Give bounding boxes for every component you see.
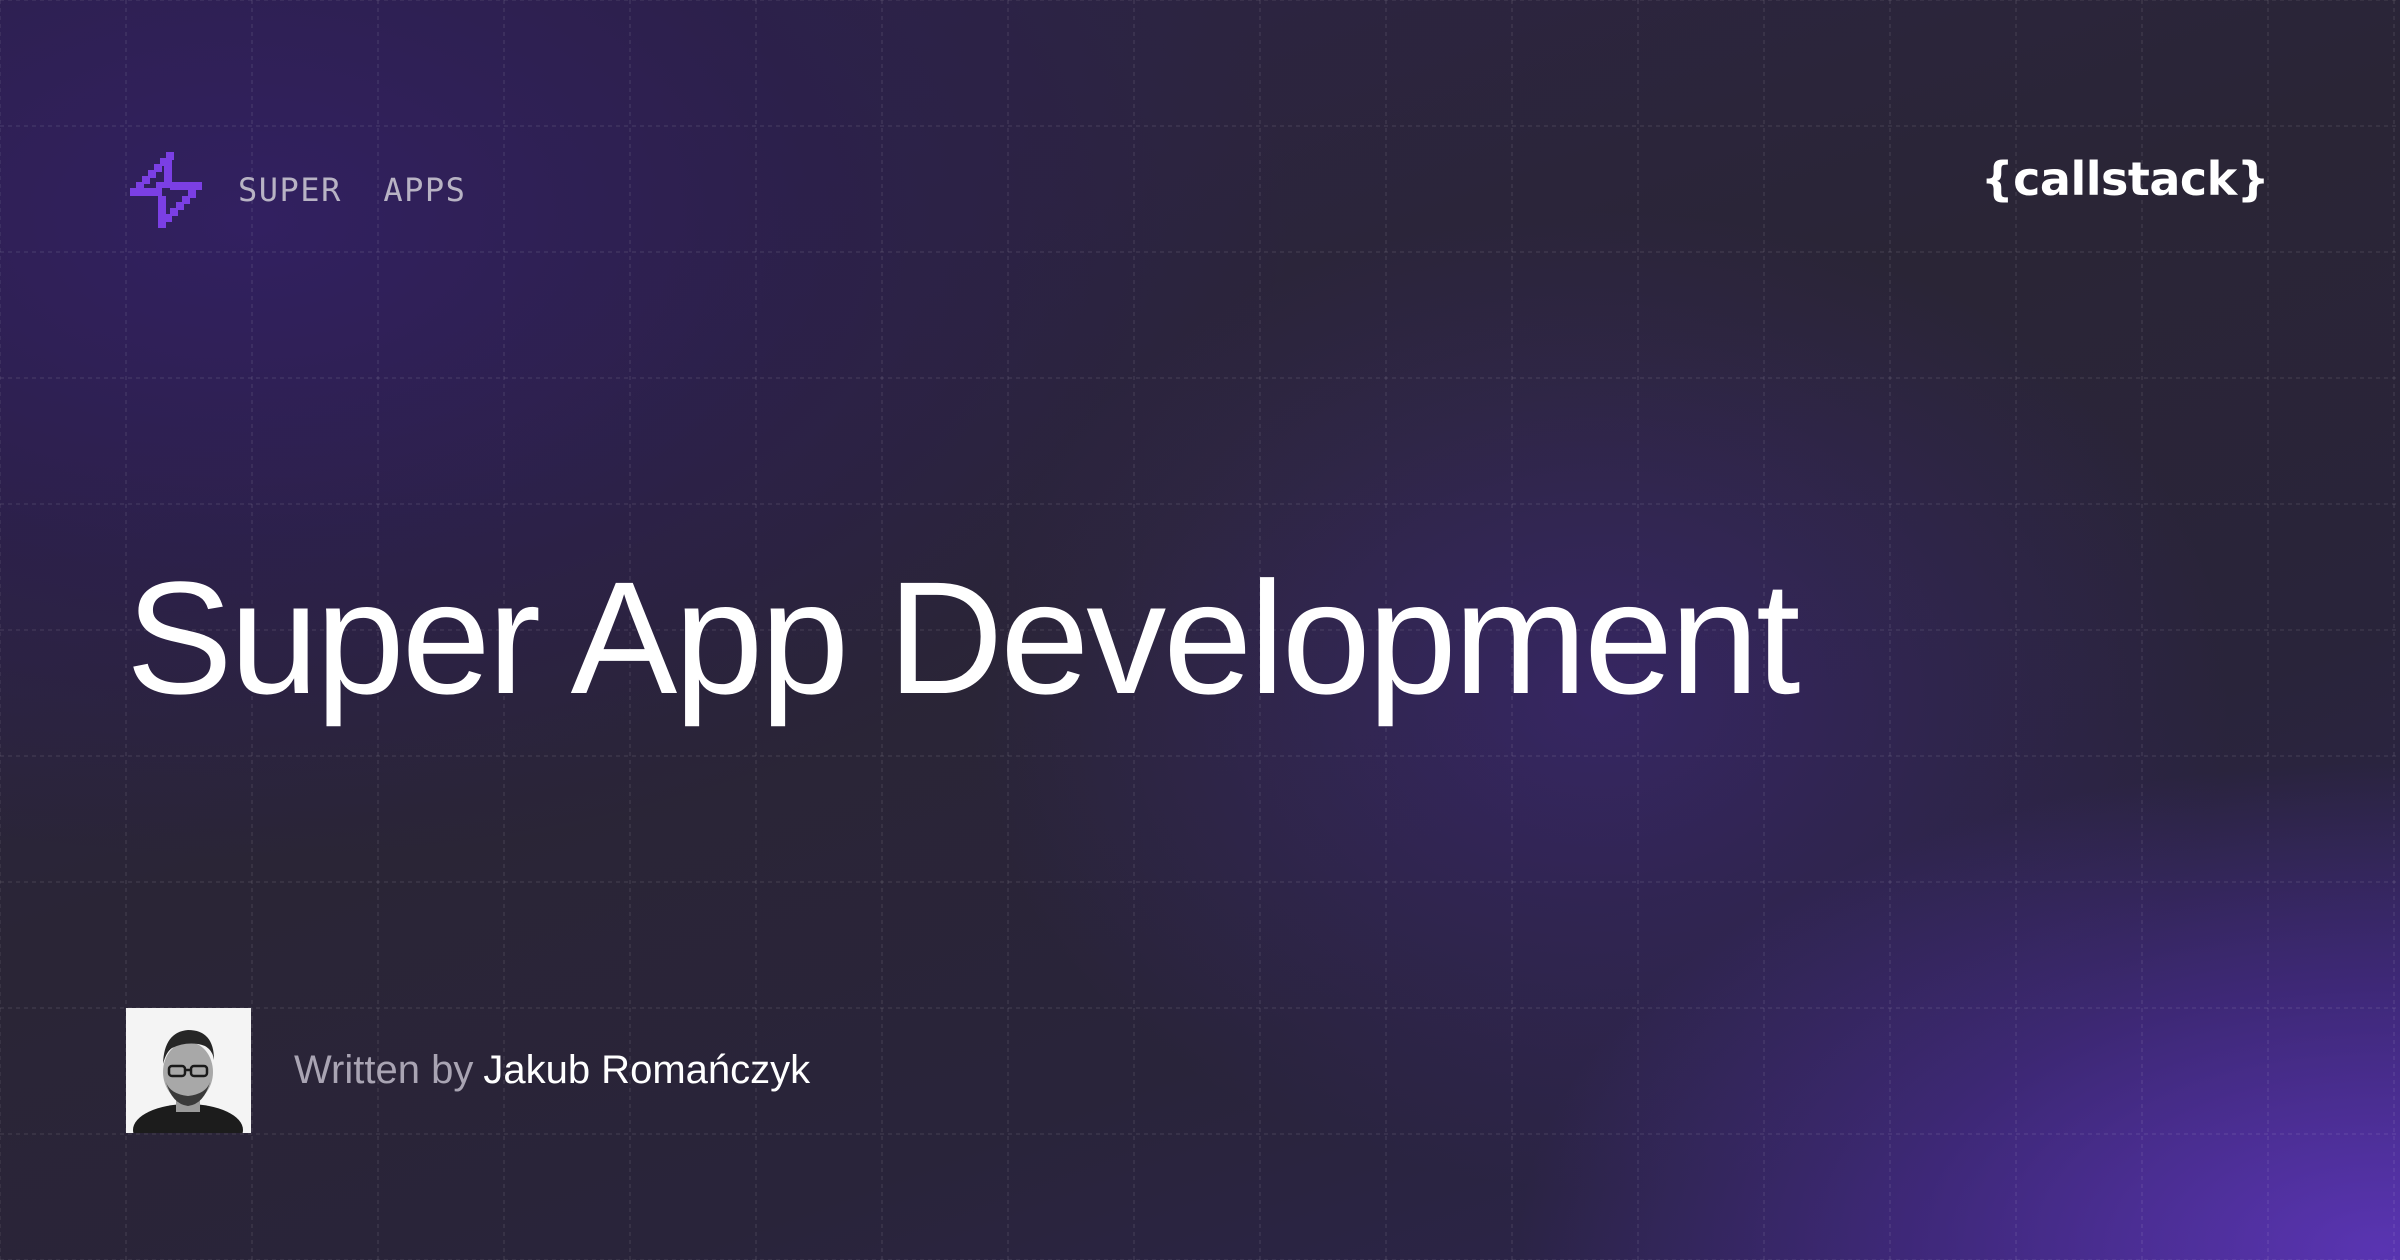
- byline-prefix: Written by: [294, 1048, 474, 1092]
- lightning-bolt-icon: [130, 152, 202, 228]
- author-name: Jakub Romańczyk: [483, 1048, 811, 1092]
- author-block: Written by Jakub Romańczyk: [126, 1008, 810, 1133]
- company-logo: {callstack}: [1980, 152, 2270, 206]
- brand-label: SUPER APPS: [238, 171, 467, 209]
- brand: SUPER APPS: [130, 150, 466, 230]
- author-avatar: [126, 1008, 251, 1133]
- byline: Written by Jakub Romańczyk: [294, 1008, 810, 1133]
- cover-canvas: SUPER APPS {callstack} Super App Develop…: [0, 0, 2400, 1260]
- page-title: Super App Development: [126, 548, 1800, 727]
